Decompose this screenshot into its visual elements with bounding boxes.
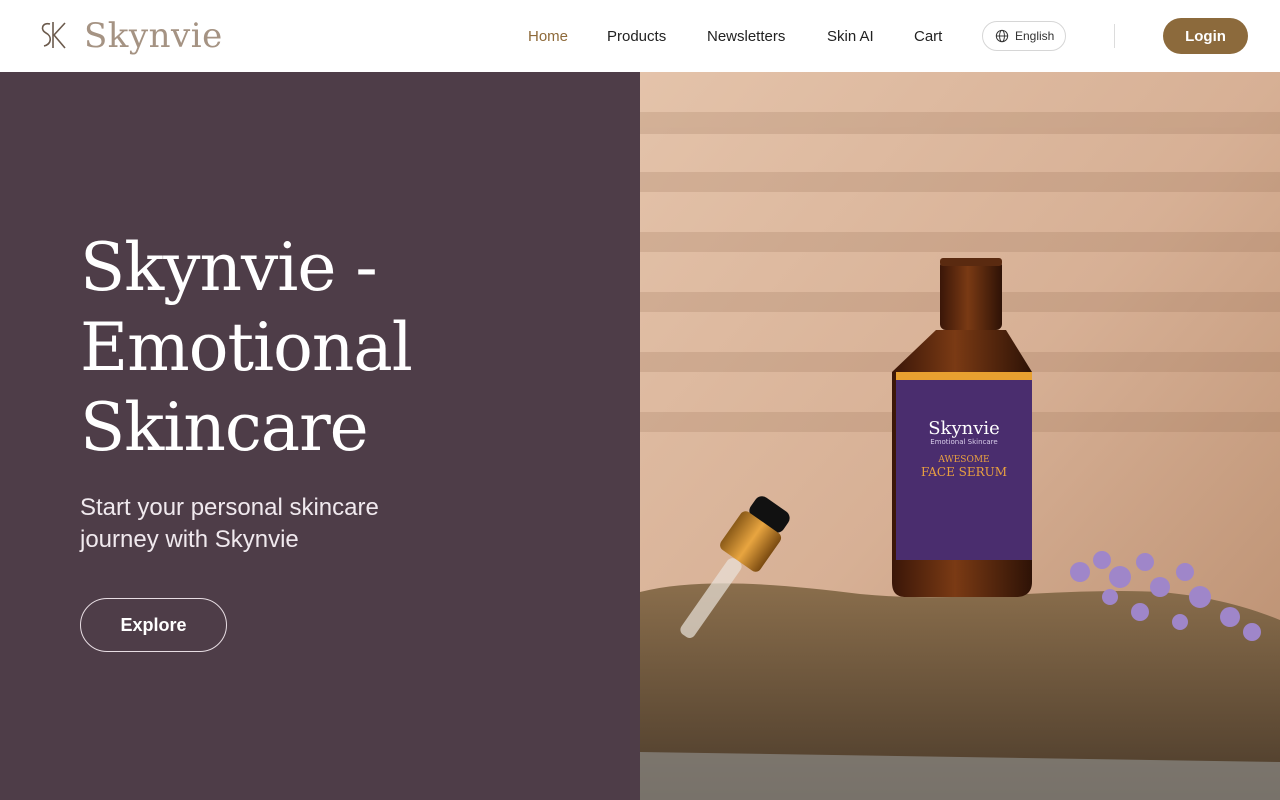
nav-home[interactable]: Home (528, 28, 568, 45)
globe-icon (995, 29, 1009, 43)
site-header: Skynvie Home Products Newsletters Skin A… (0, 0, 1280, 72)
nav-newsletters[interactable]: Newsletters (707, 28, 785, 45)
language-selector[interactable]: English (982, 21, 1066, 51)
label-brand: Skynvie (928, 418, 1000, 439)
label-tagline: Emotional Skincare (930, 438, 997, 446)
label-line2: FACE SERUM (921, 465, 1007, 479)
language-label: English (1015, 29, 1055, 43)
nav-cart[interactable]: Cart (914, 28, 942, 45)
logo-monogram-icon (41, 22, 66, 49)
header-divider (1114, 24, 1115, 48)
label-line1: AWESOME (937, 455, 989, 465)
hero-product-image: Skynvie Emotional Skincare AWESOME FACE … (640, 72, 1280, 800)
brand-logo[interactable]: Skynvie (36, 18, 223, 54)
login-button[interactable]: Login (1163, 18, 1248, 54)
brand-name: Skynvie (84, 16, 223, 56)
serum-photo-illustration: Skynvie Emotional Skincare AWESOME FACE … (640, 72, 1280, 800)
explore-button[interactable]: Explore (80, 598, 227, 652)
hero-panel: Skynvie - Emotional Skincare Start your … (0, 72, 640, 800)
hero-title: Skynvie - Emotional Skincare (80, 228, 413, 468)
hero-title-line: Skynvie - (80, 229, 378, 306)
hero-title-line: Skincare (80, 389, 369, 466)
hero-title-line: Emotional (80, 309, 413, 386)
nav-skin-ai[interactable]: Skin AI (827, 28, 874, 45)
hero-subtitle: Start your personal skincare journey wit… (80, 494, 379, 553)
nav-products[interactable]: Products (607, 28, 666, 45)
